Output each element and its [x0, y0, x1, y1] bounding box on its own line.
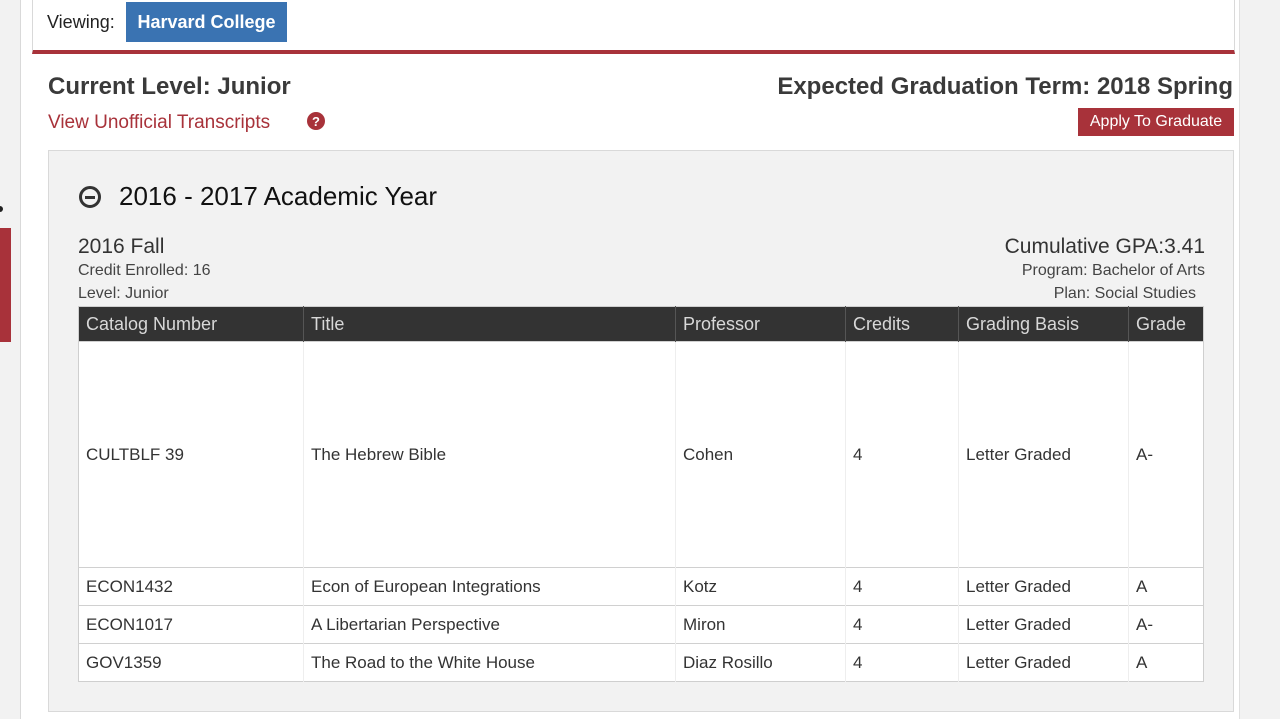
- grading-basis: Letter Graded: [958, 643, 1129, 682]
- cumulative-gpa: Cumulative GPA:3.41: [1004, 235, 1205, 258]
- catalog-number: ECON1432: [78, 567, 304, 606]
- viewing-bar: Viewing: Harvard College: [32, 0, 1235, 54]
- grade: A-: [1128, 605, 1204, 644]
- column-header-grade: Grade: [1128, 306, 1204, 342]
- table-row: ECON1432 Econ of European Integrations K…: [78, 567, 1204, 606]
- left-gutter: [0, 0, 21, 719]
- column-header-catalog: Catalog Number: [78, 306, 304, 342]
- right-gutter: [1239, 0, 1280, 719]
- table-row: CULTBLF 39 The Hebrew Bible Cohen 4 Lett…: [78, 341, 1204, 568]
- gutter-dot: [0, 206, 3, 212]
- gutter-red-marker: [0, 228, 11, 342]
- current-level: Current Level: Junior: [48, 73, 291, 100]
- academic-year-panel: 2016 - 2017 Academic Year 2016 Fall Cred…: [48, 150, 1234, 712]
- table-row: ECON1017 A Libertarian Perspective Miron…: [78, 605, 1204, 644]
- courses-table: Catalog Number Title Professor Credits G…: [78, 306, 1204, 682]
- program: Program: Bachelor of Arts: [1021, 262, 1205, 279]
- academic-year-header: 2016 - 2017 Academic Year: [79, 181, 437, 212]
- column-header-credits: Credits: [845, 306, 959, 342]
- catalog-number: CULTBLF 39: [78, 341, 304, 568]
- expected-graduation-term: Expected Graduation Term: 2018 Spring: [777, 73, 1233, 100]
- course-title: The Road to the White House: [303, 643, 676, 682]
- help-icon[interactable]: ?: [307, 112, 325, 130]
- term-level: Level: Junior: [78, 285, 169, 302]
- viewing-label: Viewing:: [47, 12, 115, 32]
- view-transcripts-link[interactable]: View Unofficial Transcripts: [48, 112, 270, 134]
- table-header-row: Catalog Number Title Professor Credits G…: [78, 306, 1204, 342]
- credit-enrolled: Credit Enrolled: 16: [78, 262, 211, 279]
- grade: A-: [1128, 341, 1204, 568]
- credits: 4: [845, 643, 959, 682]
- professor: Diaz Rosillo: [675, 643, 846, 682]
- catalog-number: ECON1017: [78, 605, 304, 644]
- table-row: GOV1359 The Road to the White House Diaz…: [78, 643, 1204, 682]
- professor: Cohen: [675, 341, 846, 568]
- apply-to-graduate-button[interactable]: Apply To Graduate: [1078, 108, 1234, 136]
- plan: Plan: Social Studies: [1053, 285, 1196, 302]
- catalog-number: GOV1359: [78, 643, 304, 682]
- column-header-professor: Professor: [675, 306, 846, 342]
- grade: A: [1128, 567, 1204, 606]
- credits: 4: [845, 341, 959, 568]
- grading-basis: Letter Graded: [958, 567, 1129, 606]
- course-title: The Hebrew Bible: [303, 341, 676, 568]
- grade: A: [1128, 643, 1204, 682]
- collapse-icon[interactable]: [79, 185, 101, 208]
- credits: 4: [845, 567, 959, 606]
- column-header-grading-basis: Grading Basis: [958, 306, 1129, 342]
- column-header-title: Title: [303, 306, 676, 342]
- viewing-school-button[interactable]: Harvard College: [126, 2, 287, 42]
- course-title: Econ of European Integrations: [303, 567, 676, 606]
- grading-basis: Letter Graded: [958, 341, 1129, 568]
- course-title: A Libertarian Perspective: [303, 605, 676, 644]
- professor: Kotz: [675, 567, 846, 606]
- grading-basis: Letter Graded: [958, 605, 1129, 644]
- term-name: 2016 Fall: [78, 235, 165, 258]
- credits: 4: [845, 605, 959, 644]
- professor: Miron: [675, 605, 846, 644]
- academic-year-title: 2016 - 2017 Academic Year: [119, 181, 438, 211]
